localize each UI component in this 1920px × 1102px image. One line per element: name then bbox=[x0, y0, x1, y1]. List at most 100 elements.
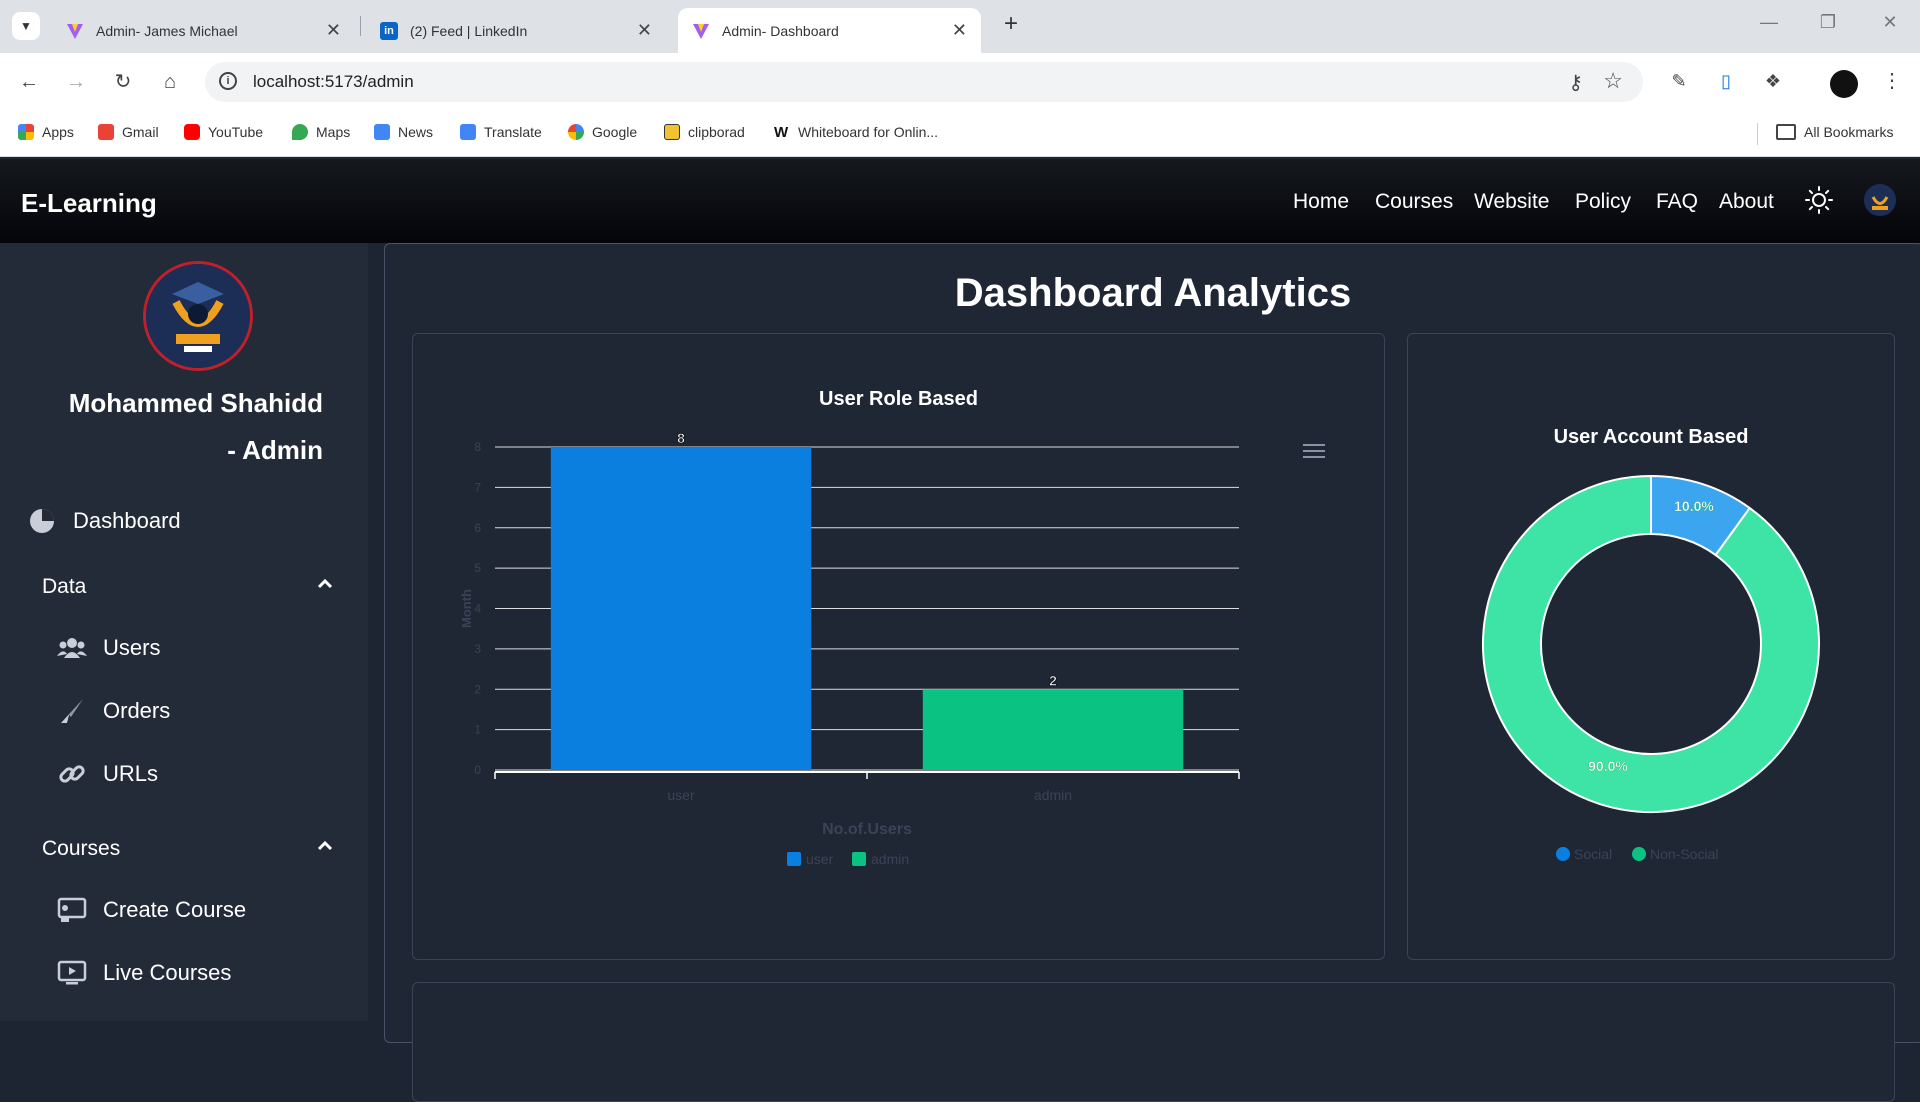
clipboard-icon bbox=[664, 124, 680, 140]
browser-tab[interactable]: Admin- James Michael ✕ bbox=[52, 8, 355, 53]
user-name: Mohammed Shahidd bbox=[68, 388, 323, 418]
pen-extension-icon[interactable]: ✎ bbox=[1666, 68, 1692, 94]
chevron-up-icon[interactable] bbox=[316, 575, 334, 599]
sidebar-item-orders[interactable]: Orders bbox=[57, 696, 170, 726]
address-bar[interactable]: i localhost:5173/admin ⚷ ☆ bbox=[205, 62, 1643, 102]
nav-about[interactable]: About bbox=[1719, 190, 1774, 214]
y-tick-label: 3 bbox=[474, 642, 481, 656]
pie-chart-icon bbox=[27, 506, 57, 536]
google-icon bbox=[568, 124, 584, 140]
maps-pin-icon bbox=[292, 124, 308, 140]
bookmarks-bar: Apps Gmail YouTube Maps News Translate G… bbox=[0, 111, 1920, 157]
url-text[interactable]: localhost:5173/admin bbox=[253, 72, 414, 92]
password-key-icon[interactable]: ⚷ bbox=[1568, 70, 1583, 95]
nav-website[interactable]: Website bbox=[1474, 190, 1549, 214]
news-icon bbox=[374, 124, 390, 140]
close-icon[interactable]: ✕ bbox=[326, 20, 341, 41]
nav-courses[interactable]: Courses bbox=[1375, 190, 1453, 214]
y-tick-label: 2 bbox=[474, 682, 481, 696]
header-avatar-icon[interactable] bbox=[1864, 184, 1896, 216]
school-logo-icon bbox=[146, 264, 250, 368]
reload-icon[interactable]: ↻ bbox=[109, 68, 137, 96]
sidebar-group-courses[interactable]: Courses bbox=[42, 837, 342, 861]
x-tick-label: user bbox=[667, 787, 695, 803]
browser-tab[interactable]: in (2) Feed | LinkedIn ✕ bbox=[366, 8, 666, 53]
sidebar-group-data[interactable]: Data bbox=[42, 575, 342, 599]
legend-swatch-admin bbox=[852, 852, 866, 866]
donut-chart: 10.0% 90.0% Social Non-Social bbox=[1482, 474, 1820, 862]
new-tab-button[interactable]: + bbox=[996, 10, 1026, 38]
profile-avatar-icon[interactable] bbox=[1830, 70, 1858, 98]
bookmark-google[interactable]: Google bbox=[568, 124, 637, 140]
bookmark-all-bookmarks[interactable]: All Bookmarks bbox=[1776, 124, 1893, 140]
tab-title: (2) Feed | LinkedIn bbox=[410, 22, 528, 39]
restore-icon[interactable]: ❐ bbox=[1813, 12, 1843, 33]
bookmark-star-icon[interactable]: ☆ bbox=[1603, 68, 1623, 94]
brand-logo-text[interactable]: E-Learning bbox=[21, 188, 157, 219]
bookmark-news[interactable]: News bbox=[374, 124, 433, 140]
tab-search-button[interactable]: ▼ bbox=[12, 12, 40, 40]
y-tick-label: 0 bbox=[474, 763, 481, 777]
window-close-icon[interactable]: ✕ bbox=[1875, 12, 1905, 33]
y-tick-label: 8 bbox=[474, 440, 481, 454]
vite-favicon-icon bbox=[692, 22, 710, 40]
legend-label-Social: Social bbox=[1574, 846, 1612, 862]
chevron-up-icon[interactable] bbox=[316, 837, 334, 861]
bookmark-gmail[interactable]: Gmail bbox=[98, 124, 159, 140]
bar-chart: 0 1 2 3 4 5 6 7 8 8 user 2 admin No.of.Users Month user… bbox=[459, 430, 1240, 867]
bookmark-youtube[interactable]: YouTube bbox=[184, 124, 263, 140]
bookmark-clipboard[interactable]: clipborad bbox=[664, 124, 745, 140]
video-chalkboard-icon bbox=[57, 895, 87, 925]
bookmark-apps[interactable]: Apps bbox=[18, 124, 74, 140]
chart-title: User Account Based bbox=[1553, 426, 1749, 448]
browser-tab-active[interactable]: Admin- Dashboard ✕ bbox=[678, 8, 981, 53]
nav-faq[interactable]: FAQ bbox=[1656, 190, 1698, 214]
legend-label-user: user bbox=[806, 851, 834, 867]
x-axis-label: No.of.Users bbox=[822, 821, 912, 838]
whiteboard-w-icon: W bbox=[774, 124, 789, 141]
extensions-puzzle-icon[interactable]: ❖ bbox=[1760, 68, 1786, 94]
nav-policy[interactable]: Policy bbox=[1575, 190, 1631, 214]
tab-title: Admin- Dashboard bbox=[722, 22, 839, 39]
nav-home[interactable]: Home bbox=[1293, 190, 1349, 214]
apps-grid-icon bbox=[18, 124, 34, 140]
bookmark-maps[interactable]: Maps bbox=[292, 124, 350, 140]
close-icon[interactable]: ✕ bbox=[952, 20, 967, 41]
more-menu-icon[interactable]: ⋮ bbox=[1882, 68, 1902, 93]
close-icon[interactable]: ✕ bbox=[637, 20, 652, 41]
clipboard-extension-icon[interactable]: ▯ bbox=[1713, 68, 1739, 94]
bookmark-whiteboard[interactable]: W Whiteboard for Onlin... bbox=[774, 124, 938, 141]
bar-admin bbox=[922, 689, 1184, 770]
link-icon bbox=[57, 759, 87, 789]
vite-favicon-icon bbox=[66, 22, 84, 40]
sun-icon[interactable] bbox=[1804, 185, 1834, 215]
legend-swatch-Social bbox=[1556, 847, 1570, 861]
app-header: E-Learning Home Courses Website Policy F… bbox=[0, 159, 1920, 243]
bar-data-label: 2 bbox=[1049, 672, 1057, 688]
sidebar-item-users[interactable]: Users bbox=[57, 633, 160, 663]
y-tick-label: 1 bbox=[474, 723, 481, 737]
back-arrow-icon[interactable]: ← bbox=[15, 68, 43, 96]
bookmarks-divider bbox=[1757, 123, 1758, 145]
y-axis-label: Month bbox=[459, 589, 474, 628]
user-role-chart-card: User Role Based 0 1 2 3 4 5 6 7 8 8 user 2 admin No.o… bbox=[412, 333, 1385, 960]
slice-Non-Social bbox=[1482, 474, 1820, 813]
site-info-icon[interactable]: i bbox=[219, 72, 237, 90]
main-panel: Dashboard Analytics User Role Based 0123… bbox=[384, 243, 1920, 1102]
bar-data-label: 8 bbox=[677, 430, 685, 446]
user-role: - Admin bbox=[227, 435, 323, 465]
sidebar-item-live-courses[interactable]: Live Courses bbox=[57, 958, 231, 988]
page-title: Dashboard Analytics bbox=[954, 271, 1352, 315]
forward-arrow-icon[interactable]: → bbox=[62, 68, 90, 96]
sidebar-item-create-course[interactable]: Create Course bbox=[57, 895, 246, 925]
sidebar-item-dashboard[interactable]: Dashboard bbox=[27, 506, 181, 536]
bar-user bbox=[550, 447, 812, 770]
bookmark-translate[interactable]: Translate bbox=[460, 124, 542, 140]
user-account-chart-card: User Account Based 10.0% 90.0% Social Non-S… bbox=[1407, 333, 1895, 960]
tv-play-icon bbox=[57, 958, 87, 988]
tab-divider bbox=[360, 16, 361, 36]
sidebar-item-urls[interactable]: URLs bbox=[57, 759, 158, 789]
home-icon[interactable]: ⌂ bbox=[156, 68, 184, 96]
minimize-icon[interactable]: — bbox=[1754, 12, 1784, 33]
legend-label-Non-Social: Non-Social bbox=[1650, 846, 1718, 862]
